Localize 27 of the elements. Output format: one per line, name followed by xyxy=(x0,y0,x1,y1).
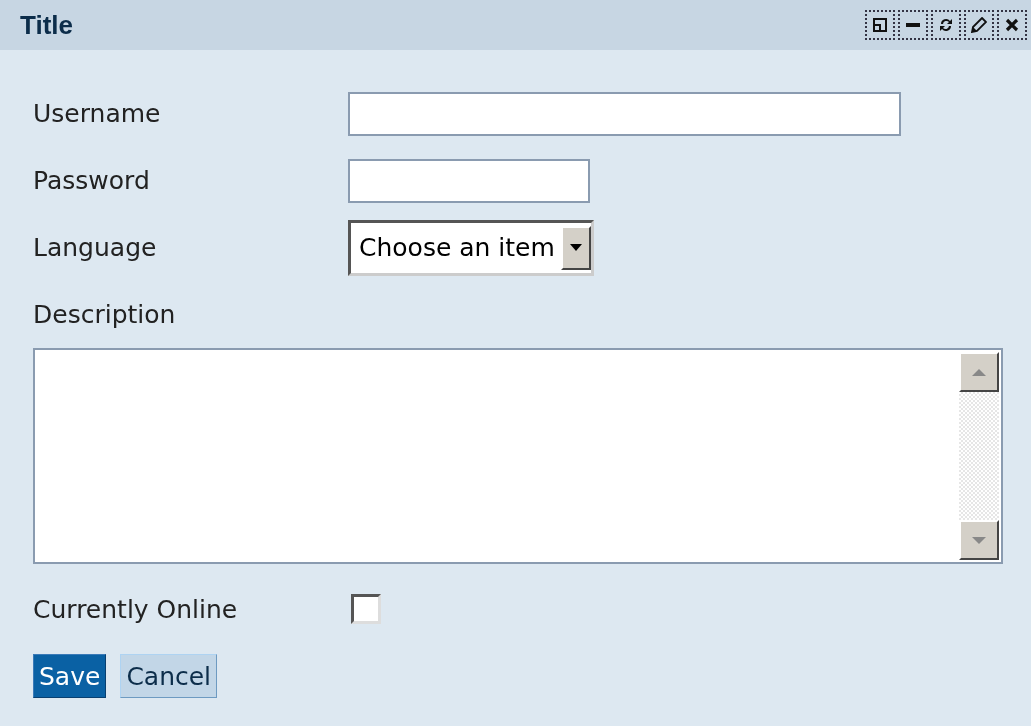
refresh-button[interactable] xyxy=(931,10,961,40)
field-label: Username xyxy=(33,99,162,128)
cancel-button[interactable]: Cancel xyxy=(120,654,218,698)
caret-icon xyxy=(569,244,582,251)
save-button[interactable]: Save xyxy=(33,654,107,698)
field-label: Password xyxy=(33,166,151,195)
up-arrow-icon xyxy=(972,368,986,376)
scroll-down-button[interactable] xyxy=(959,520,999,560)
restore-button[interactable] xyxy=(865,10,895,40)
input-field[interactable] xyxy=(348,91,901,136)
field-label: Currently Online xyxy=(33,594,239,624)
field-label: Language xyxy=(33,233,158,262)
checkbox[interactable] xyxy=(351,594,381,624)
close-icon xyxy=(1005,18,1019,32)
refresh-icon xyxy=(938,17,954,33)
field-label: Description xyxy=(33,300,177,329)
pencil-icon xyxy=(971,17,987,33)
minimize-button[interactable] xyxy=(898,10,928,40)
dropdown[interactable]: Choose an item xyxy=(348,219,594,276)
down-arrow-icon xyxy=(972,536,986,544)
minimize-icon xyxy=(906,23,920,27)
edit-button[interactable] xyxy=(964,10,994,40)
close-button[interactable] xyxy=(997,10,1027,40)
input-field[interactable] xyxy=(348,158,590,203)
restore-icon xyxy=(873,18,887,32)
scroll-up-button[interactable] xyxy=(959,352,999,392)
window-title: Title xyxy=(20,9,73,41)
